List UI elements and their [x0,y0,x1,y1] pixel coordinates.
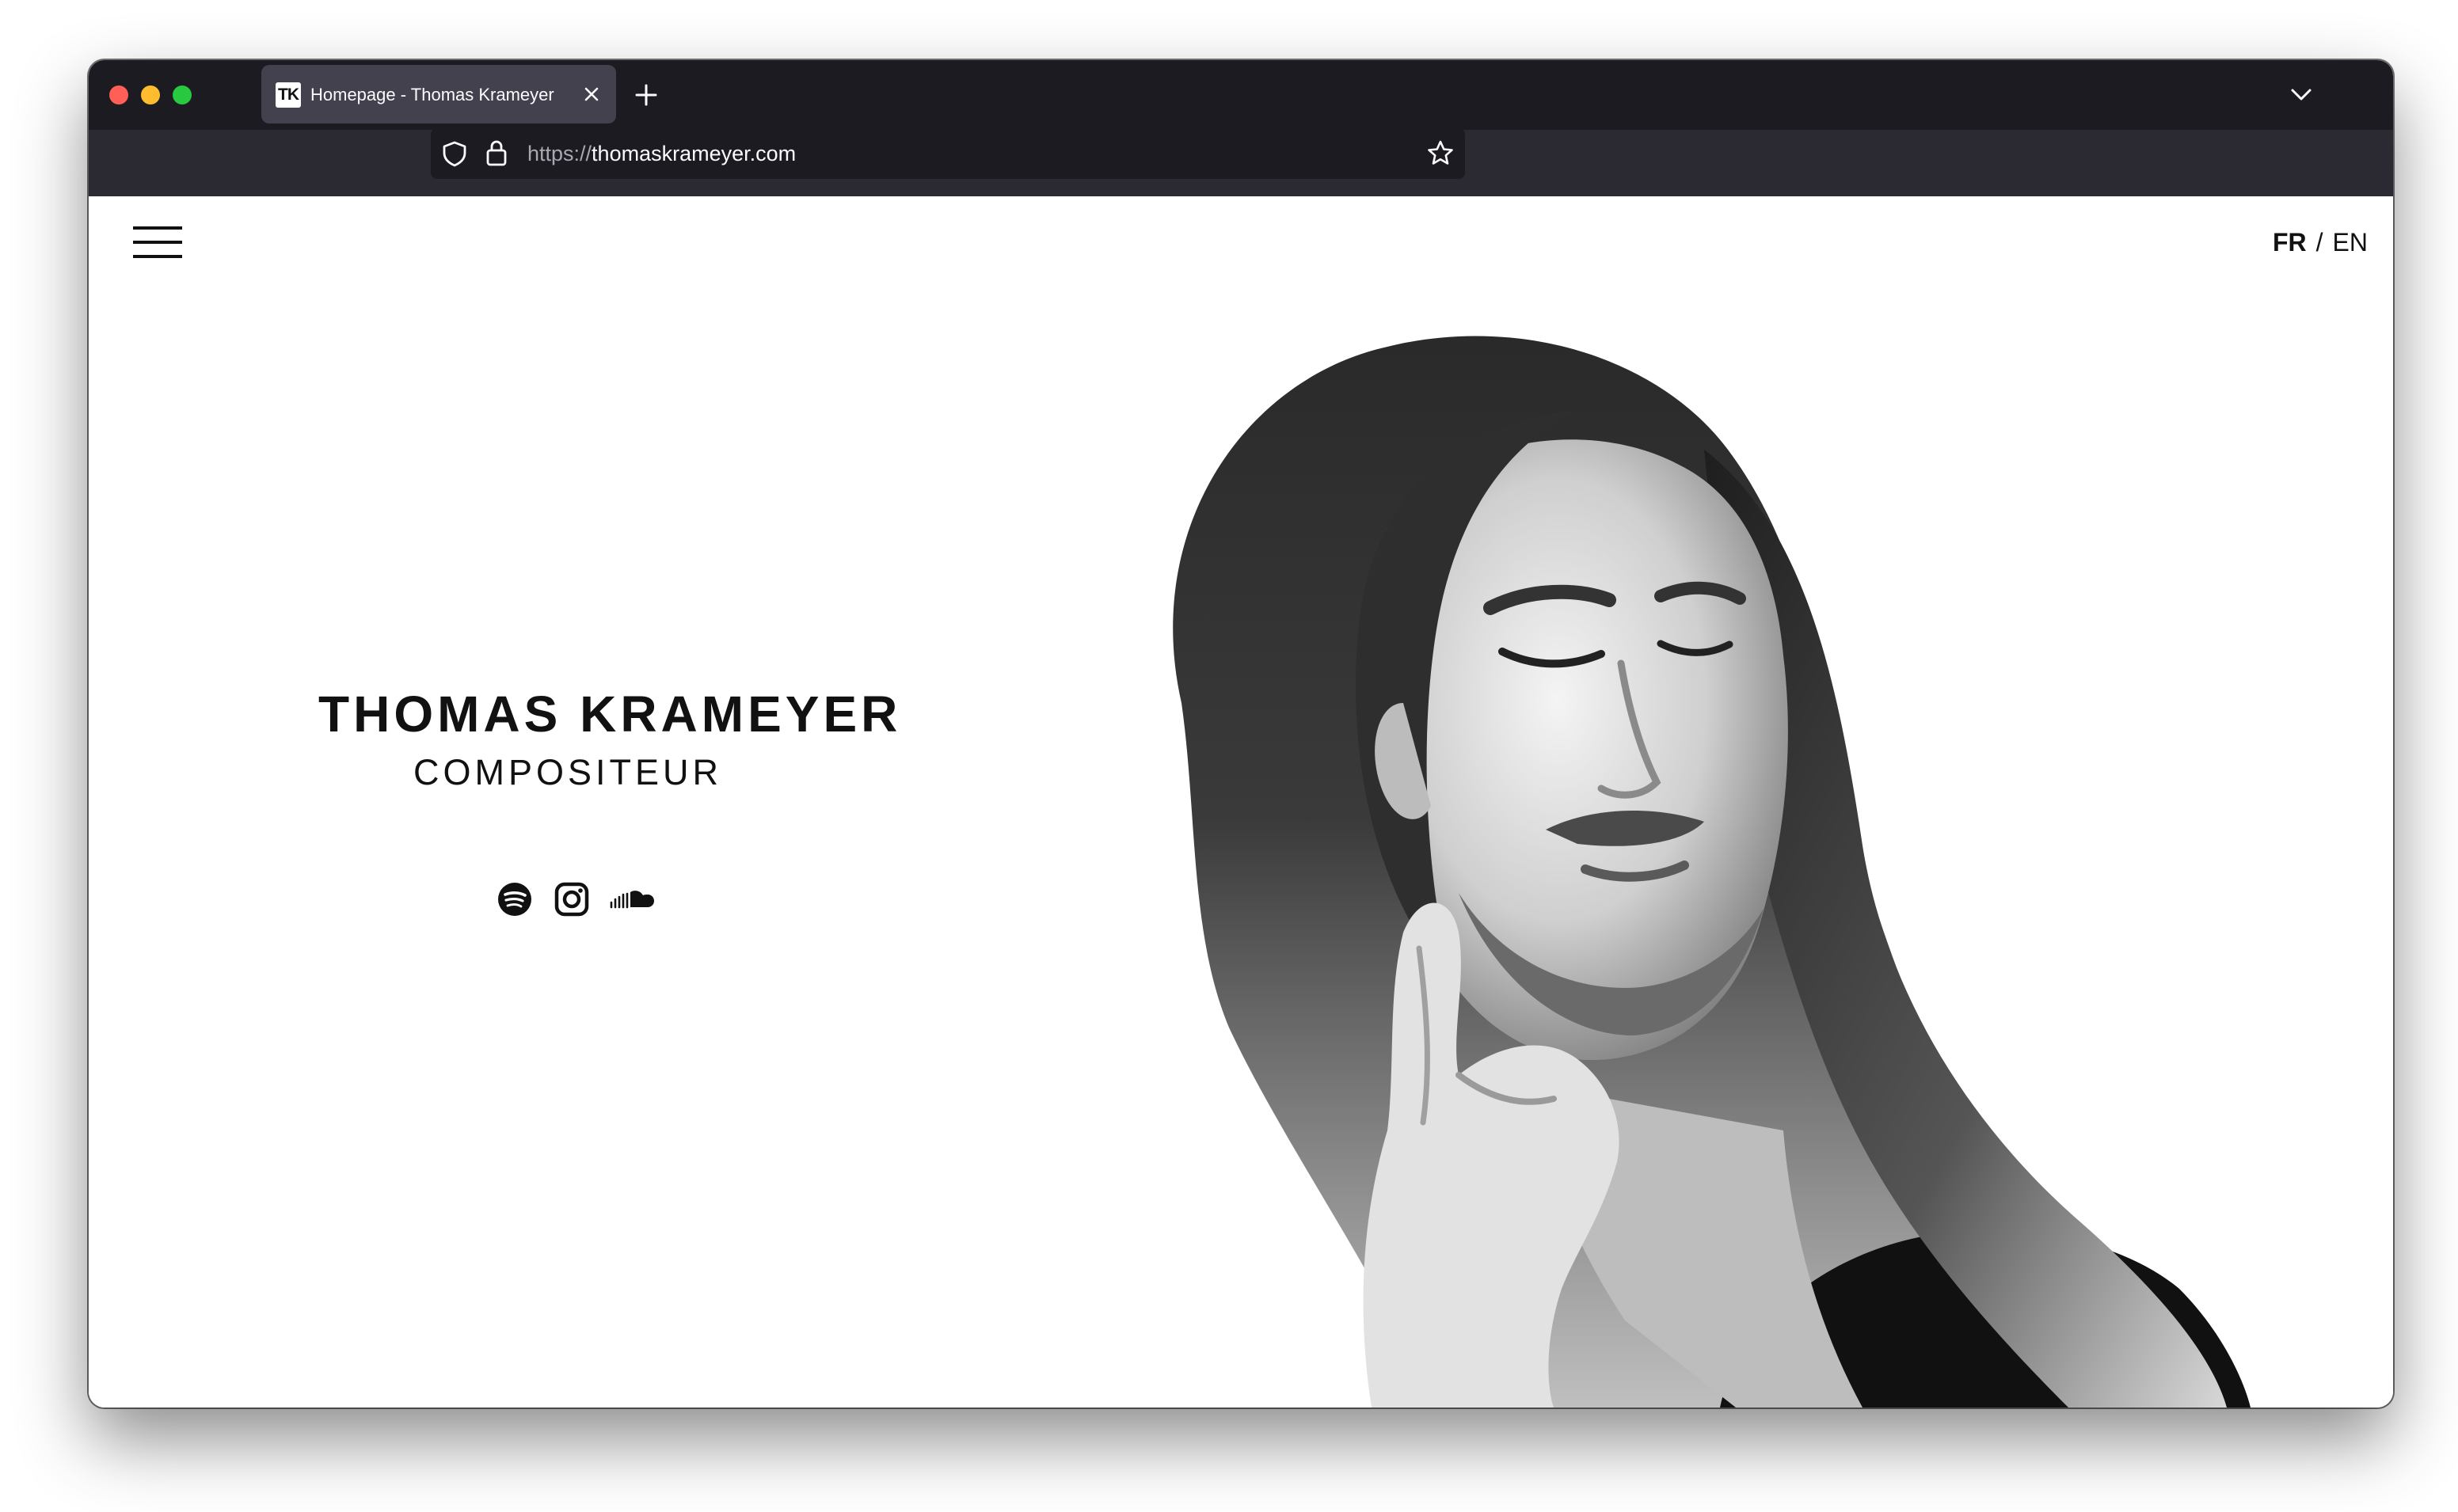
tab-strip: TK Homepage - Thomas Krameyer [89,60,2393,130]
new-tab-icon[interactable] [630,79,662,111]
instagram-icon[interactable] [553,880,591,918]
url-text[interactable]: https://thomaskrameyer.com [527,141,796,166]
hamburger-menu-icon[interactable] [133,225,182,260]
maximize-window-button[interactable] [173,85,192,104]
menu-line [133,255,182,258]
menu-line [133,226,182,230]
url-protocol: https:// [527,142,592,165]
browser-window: TK Homepage - Thomas Krameyer https://th… [89,60,2393,1408]
soundcloud-icon[interactable] [608,880,654,918]
tracking-protection-icon[interactable] [440,139,469,168]
url-host: thomaskrameyer.com [592,142,797,165]
site-favicon: TK [276,82,301,108]
lock-icon[interactable] [483,138,510,168]
minimize-window-button[interactable] [141,85,160,104]
artist-role: COMPOSITEUR [413,752,723,792]
portrait-photo [1173,336,2251,1408]
web-page: FR / EN THOMAS KRAMEYER COMPOSITEUR [89,196,2393,1408]
close-tab-icon[interactable] [578,81,605,108]
tab-title: Homepage - Thomas Krameyer [310,85,554,104]
close-window-button[interactable] [109,85,128,104]
address-bar[interactable]: https://thomaskrameyer.com [431,128,1465,179]
menu-line [133,241,182,244]
bookmark-star-icon[interactable] [1425,139,1455,169]
spotify-icon[interactable] [496,880,534,918]
tab-homepage[interactable]: TK Homepage - Thomas Krameyer [261,65,616,123]
list-all-tabs-icon[interactable] [2285,81,2317,109]
artist-name: THOMAS KRAMEYER [318,686,902,743]
